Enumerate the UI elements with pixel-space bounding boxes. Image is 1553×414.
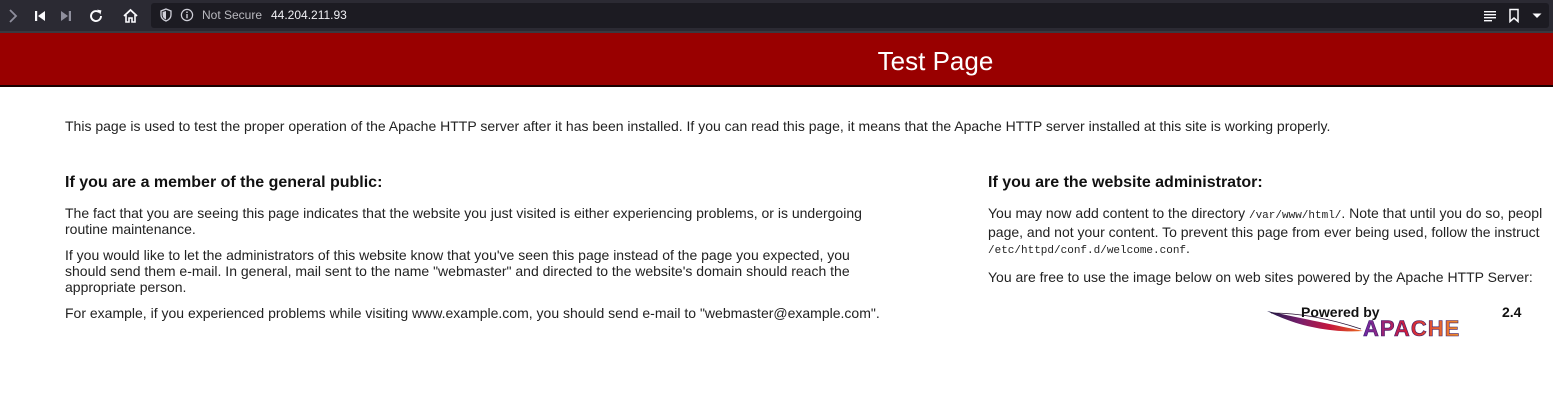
apache-version: 2.4: [1502, 304, 1522, 320]
welcome-conf-path: /etc/httpd/conf.d/welcome.conf: [988, 245, 1187, 257]
administrator-section: If you are the website administrator: Yo…: [988, 175, 1553, 295]
admin-paragraph-1: You may now add content to the directory…: [988, 205, 1553, 259]
general-public-heading: If you are a member of the general publi…: [65, 174, 383, 191]
bookmark-icon[interactable]: [1506, 8, 1522, 24]
forward-arrow-icon[interactable]: [2, 5, 24, 26]
admin-text-end: .: [1186, 240, 1190, 256]
skip-forward-icon[interactable]: [55, 5, 77, 26]
browser-toolbar: Not Secure 44.204.211.93: [0, 0, 1553, 31]
admin-text-line-2: page, and not your content. To prevent t…: [988, 224, 1540, 240]
home-icon[interactable]: [119, 5, 141, 26]
public-paragraph-3: For example, if you experienced problems…: [65, 305, 880, 321]
info-icon[interactable]: [180, 8, 194, 22]
page-title: Test Page: [877, 46, 994, 76]
page-header: Test Page: [0, 33, 1553, 87]
admin-text-continued: . Note that until you do so, peopl: [1341, 205, 1543, 221]
not-secure-label: Not Secure: [202, 8, 263, 22]
admin-paragraph-2: You are free to use the image below on w…: [988, 269, 1533, 285]
reload-icon[interactable]: [85, 5, 107, 26]
reader-mode-icon[interactable]: [1482, 8, 1498, 23]
url-text[interactable]: 44.204.211.93: [271, 8, 347, 22]
admin-text-start: You may now add content to the directory: [988, 205, 1249, 221]
general-public-section: If you are a member of the general publi…: [65, 175, 881, 331]
public-paragraph-1: The fact that you are seeing this page i…: [65, 205, 862, 237]
public-paragraph-2: If you would like to let the administrat…: [65, 247, 850, 295]
apache-brand: APACHE: [1363, 316, 1460, 339]
administrator-heading: If you are the website administrator:: [988, 175, 1263, 191]
url-bar[interactable]: Not Secure 44.204.211.93: [151, 3, 1549, 28]
shield-icon[interactable]: [159, 8, 173, 22]
dropdown-arrow-icon[interactable]: [1529, 8, 1545, 23]
skip-back-icon[interactable]: [29, 5, 51, 26]
intro-text: This page is used to test the proper ope…: [65, 118, 1331, 134]
powered-by-apache-badge[interactable]: Powered by 2.4 APACHE: [1265, 303, 1530, 341]
docroot-path: /var/www/html/: [1248, 210, 1342, 222]
